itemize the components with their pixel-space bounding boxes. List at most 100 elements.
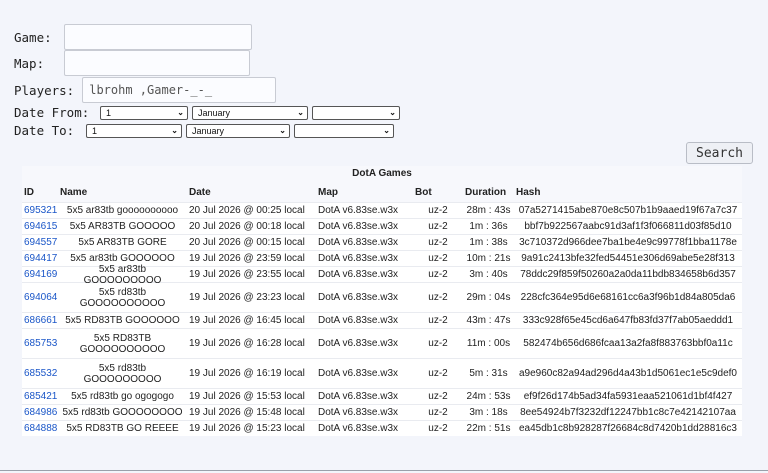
game-name: 5x5 rd83tb GOOOOOOOOO [83, 362, 162, 385]
players-label: Players: [14, 82, 75, 98]
game-bot: uz-2 [428, 315, 448, 326]
map-row: Map: [14, 50, 251, 76]
bottom-divider [0, 470, 768, 471]
table-row: 685532 5x5 rd83tb GOOOOOOOOO 19 Jul 2026 @… [22, 358, 742, 388]
table-row: 694615 5x5 AR83TB GOOOOO 20 Jul 2026 @ 00:… [22, 218, 742, 234]
game-duration: 24m : 53s [466, 391, 511, 402]
map-input[interactable] [64, 50, 251, 76]
game-id-link[interactable]: 694169 [22, 269, 58, 280]
table-title: DotA Games [22, 166, 742, 182]
game-date: 20 Jul 2026 @ 00:18 local [189, 221, 305, 232]
table-row: 695321 5x5 ar83tb goooooooooo 20 Jul 2026 … [22, 202, 742, 218]
game-id-link[interactable]: 694557 [22, 237, 58, 248]
game-id-link[interactable]: 684986 [22, 407, 58, 418]
game-date: 19 Jul 2026 @ 23:59 local [189, 253, 305, 264]
game-id-link[interactable]: 685532 [22, 368, 58, 379]
date-to-day-select[interactable]: 1 ⌄ [86, 123, 182, 138]
game-name: 5x5 ar83tb GOOOOOO [70, 253, 175, 264]
game-id-link[interactable]: 694064 [22, 292, 58, 303]
game-id-link[interactable]: 694615 [22, 221, 58, 232]
game-date: 19 Jul 2026 @ 15:48 local [189, 407, 305, 418]
game-bot: uz-2 [428, 269, 448, 280]
game-bot: uz-2 [428, 423, 448, 434]
players-row: Players: lbrohm ,Gamer-_-_ [14, 77, 277, 103]
game-id-link[interactable]: 685753 [22, 338, 58, 349]
game-bot: uz-2 [428, 237, 448, 248]
game-id-link[interactable]: 686661 [22, 315, 58, 326]
game-hash: 9a91c2413bfe32fed54451e306d69abe5e28f313 [521, 253, 735, 264]
game-row: Game: [14, 24, 252, 50]
date-to-month-value: January [192, 125, 225, 136]
game-id-link[interactable]: 685421 [22, 391, 58, 402]
game-duration: 5m : 31s [469, 368, 508, 379]
game-duration: 29m : 04s [466, 292, 511, 303]
chevron-down-icon: ⌄ [297, 108, 304, 117]
game-date: 20 Jul 2026 @ 00:25 local [189, 205, 305, 216]
date-from-month-value: January [198, 107, 231, 118]
game-id-link[interactable]: 694417 [22, 253, 58, 264]
game-date: 19 Jul 2026 @ 15:23 local [189, 423, 305, 434]
game-hash: 582474b656d686fcaa13a2fa8f883763bbf0a11c [523, 338, 733, 349]
game-bot: uz-2 [428, 368, 448, 379]
chevron-down-icon: ⌄ [279, 126, 286, 135]
game-id-link[interactable]: 684888 [22, 423, 58, 434]
game-label: Game: [14, 29, 52, 45]
chevron-down-icon: ⌄ [171, 126, 178, 135]
game-date: 19 Jul 2026 @ 16:19 local [189, 368, 305, 379]
game-duration: 10m : 21s [466, 253, 511, 264]
date-from-label: Date From: [14, 105, 90, 120]
game-date: 19 Jul 2026 @ 16:45 local [189, 315, 305, 326]
date-from-year-select[interactable]: ⌄ [312, 105, 400, 120]
table-row: 684986 5x5 rd83tb GOOOOOOOO 19 Jul 2026 @ … [22, 404, 742, 420]
game-duration: 3m : 18s [469, 407, 508, 418]
date-to-day-value: 1 [92, 125, 98, 136]
map-label: Map: [14, 55, 45, 71]
game-name: 5x5 rd83tb GOOOOOOOO [62, 407, 183, 418]
date-to-year-select[interactable]: ⌄ [294, 123, 394, 138]
game-date: 19 Jul 2026 @ 16:28 local [189, 338, 305, 349]
game-duration: 43m : 47s [466, 315, 511, 326]
games-table: DotA Games ID Name Date Map Bot Duration… [22, 166, 742, 436]
game-date: 20 Jul 2026 @ 00:15 local [189, 237, 305, 248]
header-duration: Duration [465, 186, 507, 198]
game-bot: uz-2 [428, 338, 448, 349]
game-map: DotA v6.83se.w3x [318, 407, 399, 418]
header-map: Map [318, 186, 338, 198]
date-to-label: Date To: [14, 123, 75, 138]
chevron-down-icon: ⌄ [177, 108, 184, 117]
game-map: DotA v6.83se.w3x [318, 368, 399, 379]
game-name: 5x5 ar83tb goooooooooo [66, 205, 179, 216]
game-map: DotA v6.83se.w3x [318, 221, 399, 232]
table-row: 685421 5x5 rd83tb go ogogogo 19 Jul 2026 @… [22, 388, 742, 404]
players-input[interactable]: lbrohm ,Gamer-_-_ [82, 77, 277, 103]
game-hash: 333c928f65e45cd6a647fb83fd37f7ab05aeddd1 [522, 315, 734, 326]
game-map: DotA v6.83se.w3x [318, 292, 399, 303]
game-bot: uz-2 [428, 253, 448, 264]
game-id-link[interactable]: 695321 [22, 205, 58, 216]
table-row: 684888 5x5 RD83TB GO REEEE 19 Jul 2026 @ 1… [22, 420, 742, 436]
header-hash: Hash [516, 186, 541, 198]
date-from-month-select[interactable]: January ⌄ [192, 105, 308, 120]
game-map: DotA v6.83se.w3x [318, 269, 399, 280]
game-duration: 28m : 43s [466, 205, 511, 216]
game-input[interactable] [63, 24, 252, 50]
game-map: DotA v6.83se.w3x [318, 423, 399, 434]
game-hash: ea45db1c8b928287f26684c8d7420b1dd28816c3 [519, 423, 737, 434]
date-from-row: Date From: 1 ⌄ January ⌄ ⌄ [14, 105, 404, 120]
table-row: 694169 5x5 ar83tb GOOOOOOOOO 19 Jul 2026 @… [22, 264, 742, 286]
table-row: 694557 5x5 AR83TB GORE 20 Jul 2026 @ 00:15… [22, 234, 742, 250]
date-from-day-select[interactable]: 1 ⌄ [100, 105, 188, 120]
game-duration: 3m : 40s [469, 269, 508, 280]
header-id: ID [24, 186, 34, 198]
game-date: 19 Jul 2026 @ 23:55 local [189, 269, 305, 280]
game-duration: 1m : 36s [469, 221, 508, 232]
game-hash: 228cfc364e95d6e68161cc6a3f96b1d84a805da6 [520, 292, 736, 303]
search-button[interactable]: Search [686, 142, 753, 164]
date-to-month-select[interactable]: January ⌄ [186, 123, 290, 138]
game-bot: uz-2 [428, 407, 448, 418]
game-name: 5x5 RD83TB GO REEEE [66, 423, 179, 434]
date-from-day-value: 1 [106, 107, 112, 118]
game-map: DotA v6.83se.w3x [318, 205, 399, 216]
table-row: 686661 5x5 RD83TB GOOOOOO 19 Jul 2026 @ 16… [22, 312, 742, 328]
game-bot: uz-2 [428, 221, 448, 232]
